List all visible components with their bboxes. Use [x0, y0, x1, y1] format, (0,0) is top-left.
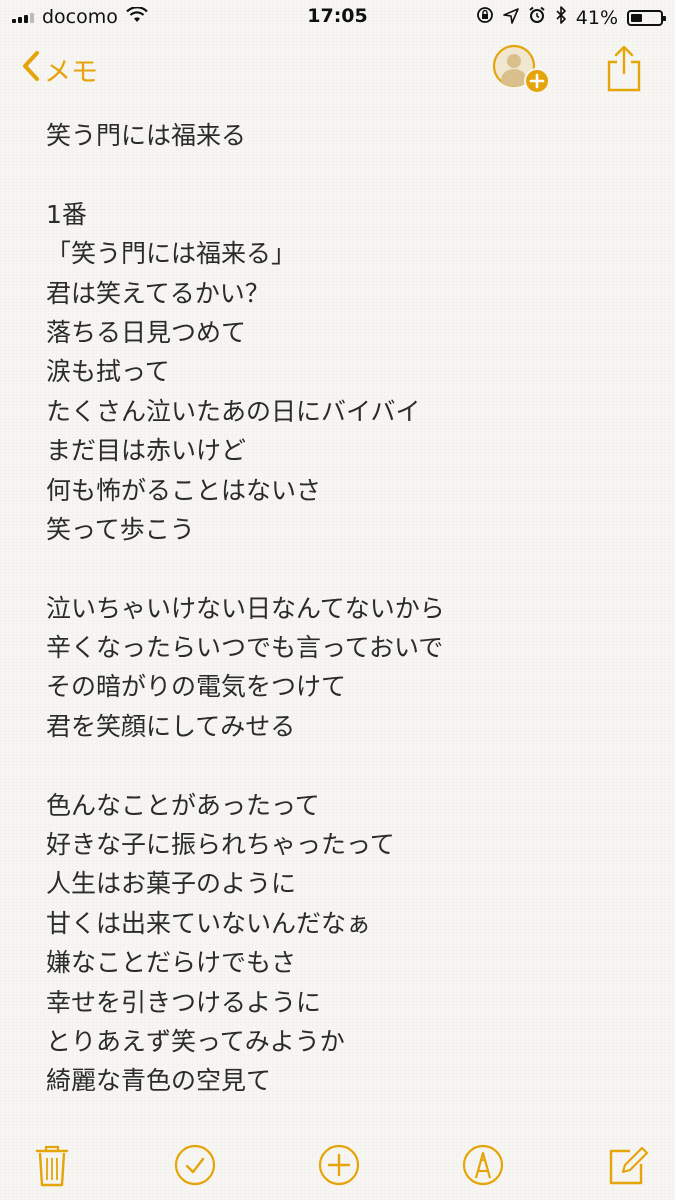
status-right: 41% — [476, 6, 666, 29]
note-line: 何も怖がることはないさ — [46, 475, 322, 505]
add-button[interactable] — [316, 1142, 362, 1188]
note-line: まだ目は赤いけど — [46, 436, 247, 466]
note-line: とりあえず笑ってみようか — [46, 1026, 345, 1056]
share-button[interactable] — [604, 44, 644, 94]
note-line: 泣いちゃいけない日なんてないから — [46, 593, 445, 623]
battery-level — [631, 13, 643, 22]
note-line: 笑う門には福来る — [46, 121, 247, 150]
back-button[interactable]: メモ — [22, 50, 98, 89]
bluetooth-icon — [555, 6, 567, 29]
markup-button[interactable] — [460, 1142, 506, 1188]
note-line: 1番 — [46, 199, 87, 229]
note-line: 嫌なことだらけでもさ — [46, 948, 297, 978]
note-line: 人生はお菓子のように — [46, 869, 297, 899]
note-line: 色んなことがあったって — [46, 790, 320, 820]
add-icon — [318, 1144, 360, 1186]
location-arrow-icon — [502, 7, 519, 29]
bottom-toolbar — [0, 1128, 675, 1200]
orientation-lock-icon — [476, 6, 494, 29]
battery-percent: 41% — [575, 6, 618, 29]
trash-icon — [35, 1145, 69, 1187]
checklist-icon — [174, 1144, 216, 1186]
compose-icon — [609, 1146, 649, 1185]
note-line: 君は笑えてるかい？ — [46, 278, 270, 308]
note-line: 涙も拭って — [46, 357, 170, 387]
note-line: 綺麗な青色の空見て — [46, 1066, 272, 1096]
note-line: その暗がりの電気をつけて — [46, 672, 347, 702]
nav-bar: メモ — [0, 36, 675, 106]
status-bar: docomo 17:05 41% — [0, 0, 675, 36]
add-person-button[interactable] — [492, 44, 552, 96]
back-button-label: メモ — [44, 57, 98, 88]
note-line: 好きな子に振られちゃったって — [46, 830, 395, 860]
note-line: 君を笑顔にしてみせる — [46, 711, 296, 741]
markup-icon — [462, 1144, 504, 1186]
note-line: 辛くなったらいつでも言っておいで — [46, 633, 444, 663]
compose-button[interactable] — [604, 1142, 650, 1188]
battery-icon — [627, 9, 666, 26]
note-line: 「笑う門には福来る」 — [46, 239, 297, 269]
chevron-left-icon — [22, 50, 44, 89]
share-icon — [607, 45, 641, 92]
note-line: たくさん泣いたあの日にバイバイ — [46, 396, 421, 426]
checklist-button[interactable] — [172, 1142, 218, 1188]
note-line: 笑って歩こう — [46, 514, 195, 544]
note-body[interactable]: 笑う門には福来る 1番「笑う門には福来る」 君は笑えてるかい？ 落ちる日見つめて 涙も拭… — [46, 116, 646, 1101]
note-line: 甘くは出来ていないんだなぁ — [46, 908, 372, 938]
alarm-icon — [528, 6, 546, 29]
trash-button[interactable] — [29, 1142, 75, 1188]
note-line: 幸せを引きつけるように — [46, 987, 322, 1017]
add-person-icon — [492, 44, 550, 94]
note-line: 落ちる日見つめて — [46, 317, 247, 347]
